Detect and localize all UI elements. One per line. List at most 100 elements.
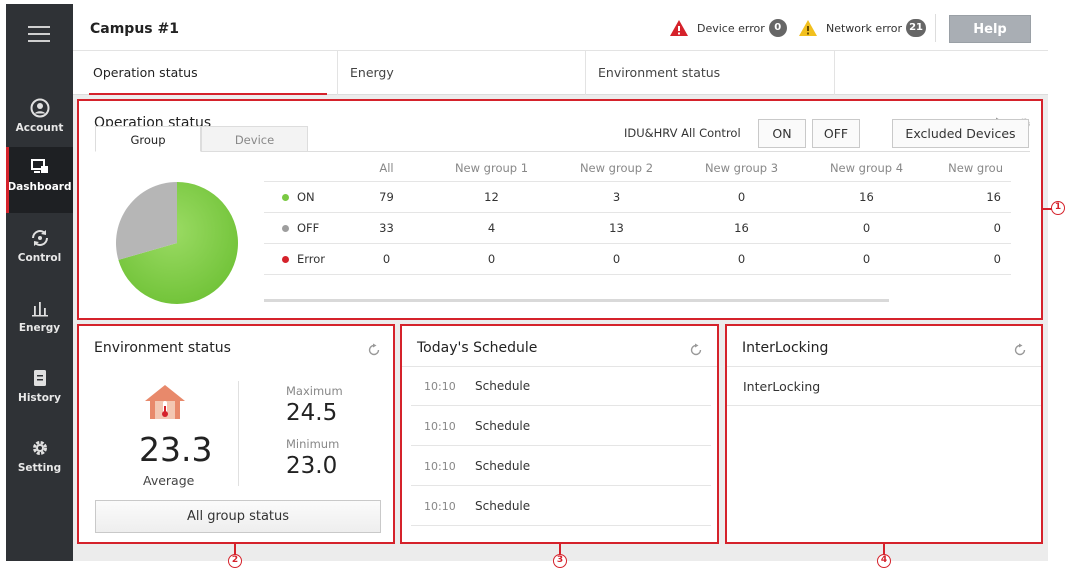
environment-status-panel: Environment status 23.3 Average Maximum … [77, 324, 395, 544]
callout-2: 2 [228, 554, 242, 568]
table-header-cell: New group 2 [554, 156, 679, 182]
row-label-text: OFF [297, 220, 320, 235]
table-header-cell: New grou [929, 156, 1011, 182]
schedule-time: 10:10 [424, 380, 456, 393]
network-error-label: Network error [826, 21, 903, 35]
operation-table: All New group 1 New group 2 New group 3 … [264, 156, 1011, 275]
panel-title: Today's Schedule [417, 340, 538, 356]
table-header-cell: New group 3 [679, 156, 804, 182]
subtab-group[interactable]: Group [95, 126, 201, 152]
divider [238, 381, 239, 486]
sidebar-item-label: Setting [17, 462, 62, 474]
status-dot [282, 255, 289, 263]
table-cell: 0 [679, 243, 804, 275]
device-error-label: Device error [697, 21, 765, 35]
table-row[interactable]: OFF 33 4 13 16 0 0 [264, 212, 1011, 244]
table-header-cell: New group 1 [429, 156, 554, 182]
divider [935, 14, 936, 42]
row-label: ON [264, 181, 344, 213]
sidebar-item-setting[interactable]: Setting [6, 428, 73, 494]
schedule-time: 10:10 [424, 460, 456, 473]
header: Campus #1 Device error 0 Network error 2… [73, 4, 1048, 51]
status-dot [282, 224, 289, 232]
list-item[interactable]: InterLocking [727, 367, 1041, 406]
sidebar-item-dashboard[interactable]: Dashboard [6, 147, 73, 213]
schedule-name: Schedule [475, 459, 531, 473]
schedule-name: Schedule [475, 379, 531, 393]
panel-title: InterLocking [742, 340, 829, 356]
list-item[interactable]: 10:10 Schedule [411, 407, 711, 446]
maximum-label: Maximum [286, 384, 343, 398]
table-cell: 16 [804, 181, 929, 213]
excluded-devices-button[interactable]: Excluded Devices [892, 119, 1029, 148]
control-icon [31, 230, 48, 246]
sidebar-item-label: History [18, 392, 61, 404]
panel-title: Environment status [94, 340, 231, 356]
refresh-icon[interactable] [367, 343, 381, 357]
list-item[interactable]: 10:10 Schedule [411, 487, 711, 526]
table-header-cell: New group 4 [804, 156, 929, 182]
table-cell: 0 [929, 212, 1011, 244]
schedule-time: 10:10 [424, 420, 456, 433]
list-item[interactable]: 10:10 Schedule [411, 367, 711, 406]
all-on-button[interactable]: ON [758, 119, 806, 148]
tab-bar: Operation status Energy Environment stat… [73, 51, 1048, 95]
refresh-icon[interactable] [1013, 343, 1027, 357]
dashboard-icon [30, 159, 48, 173]
list-item[interactable]: 10:10 Schedule [411, 447, 711, 486]
sidebar-item-label: Dashboard [7, 181, 72, 193]
divider [308, 151, 1030, 152]
table-cell: 3 [554, 181, 679, 213]
row-label: OFF [264, 212, 344, 244]
energy-icon [31, 302, 48, 317]
device-error-status[interactable]: Device error 0 [669, 19, 787, 37]
schedule-name: Schedule [475, 499, 531, 513]
all-group-status-button[interactable]: All group status [95, 500, 381, 533]
help-button[interactable]: Help [949, 15, 1031, 43]
tab-environment-status[interactable]: Environment status [586, 51, 835, 95]
table-cell: 79 [344, 181, 429, 213]
minimum-value: 23.0 [286, 453, 338, 479]
network-error-status[interactable]: Network error 21 [798, 19, 926, 37]
operation-status-panel: Operation status Group Device IDU&HRV Al… [77, 99, 1043, 320]
table-cell: 13 [554, 212, 679, 244]
tab-energy[interactable]: Energy [338, 51, 586, 95]
interlocking-panel: InterLocking InterLocking [725, 324, 1043, 544]
sidebar: Account Dashboard Control Energy History… [6, 4, 73, 561]
account-icon [30, 98, 49, 118]
table-cell: 0 [929, 243, 1011, 275]
table-row[interactable]: Error 0 0 0 0 0 0 [264, 243, 1011, 275]
page-title: Campus #1 [90, 21, 179, 37]
sidebar-item-history[interactable]: History [6, 358, 73, 424]
table-header-cell: All [344, 156, 429, 182]
callout-3: 3 [553, 554, 567, 568]
home-temperature-icon [145, 385, 185, 419]
sidebar-item-energy[interactable]: Energy [6, 288, 73, 354]
sidebar-item-account[interactable]: Account [6, 88, 73, 154]
table-row[interactable]: ON 79 12 3 0 16 16 [264, 181, 1011, 213]
main-area: Campus #1 Device error 0 Network error 2… [73, 4, 1048, 561]
table-header-cell [264, 156, 344, 182]
refresh-icon[interactable] [689, 343, 703, 357]
row-label-text: Error [297, 251, 326, 266]
schedule-name: Schedule [475, 419, 531, 433]
status-dot [282, 193, 289, 201]
tab-operation-status[interactable]: Operation status [81, 51, 338, 95]
sidebar-item-label: Account [15, 122, 64, 134]
schedule-time: 10:10 [424, 500, 456, 513]
row-label: Error [264, 243, 344, 275]
status-pie-chart [115, 182, 238, 304]
horizontal-scrollbar[interactable] [264, 299, 889, 302]
table-cell: 12 [429, 181, 554, 213]
menu-icon[interactable] [28, 26, 50, 42]
table-cell: 0 [679, 181, 804, 213]
todays-schedule-panel: Today's Schedule 10:10 Schedule 10:10 Sche… [400, 324, 719, 544]
sidebar-item-control[interactable]: Control [6, 218, 73, 284]
row-label-text: ON [297, 189, 315, 204]
sidebar-item-label: Energy [18, 322, 61, 334]
table-cell: 0 [804, 212, 929, 244]
subtab-device[interactable]: Device [201, 126, 308, 152]
table-cell: 16 [929, 181, 1011, 213]
all-off-button[interactable]: OFF [812, 119, 860, 148]
table-header: All New group 1 New group 2 New group 3 … [264, 156, 1011, 182]
